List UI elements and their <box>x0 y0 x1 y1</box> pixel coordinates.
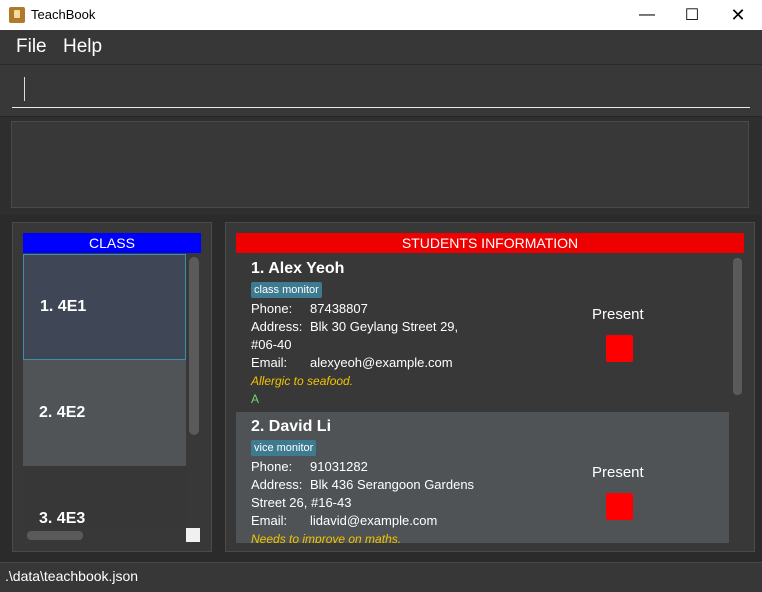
student-note: Needs to improve on maths. <box>251 532 402 543</box>
phone-value: 91031282 <box>310 459 368 474</box>
address-value-line1: Blk 436 Serangoon Gardens <box>310 477 475 492</box>
window-title: TeachBook <box>31 7 96 22</box>
students-list-vertical-scrollbar[interactable] <box>733 258 742 395</box>
email-value: alexyeoh@example.com <box>310 355 453 370</box>
menu-file[interactable]: File <box>16 36 47 58</box>
email-label: Email: <box>251 355 288 370</box>
email-value: lidavid@example.com <box>310 513 438 528</box>
close-button[interactable]: ✕ <box>715 0 761 30</box>
address-value-line2: #06-40 <box>251 337 292 352</box>
class-list-item-4e3[interactable]: 3. 4E3 <box>23 466 186 528</box>
scroll-corner <box>186 528 200 542</box>
class-list-item-4e2[interactable]: 2. 4E2 <box>23 360 186 466</box>
data-file-path: .\data\teachbook.json <box>5 568 139 584</box>
menu-help[interactable]: Help <box>63 36 102 58</box>
attendance-indicator[interactable] <box>606 335 633 362</box>
attendance-indicator[interactable] <box>606 493 633 520</box>
class-list-vertical-scrollbar[interactable] <box>189 257 199 435</box>
student-note: Allergic to seafood. <box>251 374 354 388</box>
student-email-row: Email: alexyeoh@example.com <box>251 355 453 370</box>
student-phone-row: Phone: 91031282 <box>251 459 368 474</box>
result-display <box>11 121 749 208</box>
class-list[interactable]: 1. 4E1 2. 4E2 3. 4E3 <box>23 254 186 528</box>
student-tag: class monitor <box>251 282 322 298</box>
student-name: 1. Alex Yeoh <box>251 260 345 277</box>
students-panel-header: STUDENTS INFORMATION <box>236 233 744 253</box>
app-icon <box>9 7 25 23</box>
student-grade: A <box>251 392 260 406</box>
student-email-row: Email: lidavid@example.com <box>251 513 437 528</box>
text-caret <box>24 77 25 101</box>
student-address-row: Address: Blk 436 Serangoon Gardens <box>251 477 474 492</box>
class-list-item-4e1[interactable]: 1. 4E1 <box>23 254 186 360</box>
attendance-label: Present <box>592 464 644 481</box>
address-value-line2: Street 26, #16-43 <box>251 495 352 510</box>
phone-label: Phone: <box>251 301 293 316</box>
student-card[interactable]: 2. David Li vice monitor Phone: 91031282 … <box>236 412 729 543</box>
phone-label: Phone: <box>251 459 293 474</box>
attendance-label: Present <box>592 306 644 323</box>
student-address-row: Address: Blk 30 Geylang Street 29, <box>251 319 458 334</box>
class-list-horizontal-scrollbar[interactable] <box>27 531 83 540</box>
menu-bar <box>0 30 762 64</box>
student-phone-row: Phone: 87438807 <box>251 301 368 316</box>
command-input[interactable] <box>12 72 750 108</box>
students-list[interactable]: 1. Alex Yeoh class monitor Phone: 8743880… <box>236 254 729 543</box>
student-tag: vice monitor <box>251 440 317 456</box>
student-card[interactable]: 1. Alex Yeoh class monitor Phone: 8743880… <box>236 254 729 412</box>
address-label: Address: <box>251 319 303 334</box>
student-name: 2. David Li <box>251 418 332 435</box>
class-panel-header: CLASS <box>23 233 201 253</box>
phone-value: 87438807 <box>310 301 368 316</box>
maximize-button[interactable]: ☐ <box>669 0 715 30</box>
minimize-button[interactable]: — <box>624 0 670 30</box>
address-label: Address: <box>251 477 303 492</box>
email-label: Email: <box>251 513 288 528</box>
address-value-line1: Blk 30 Geylang Street 29, <box>310 319 459 334</box>
